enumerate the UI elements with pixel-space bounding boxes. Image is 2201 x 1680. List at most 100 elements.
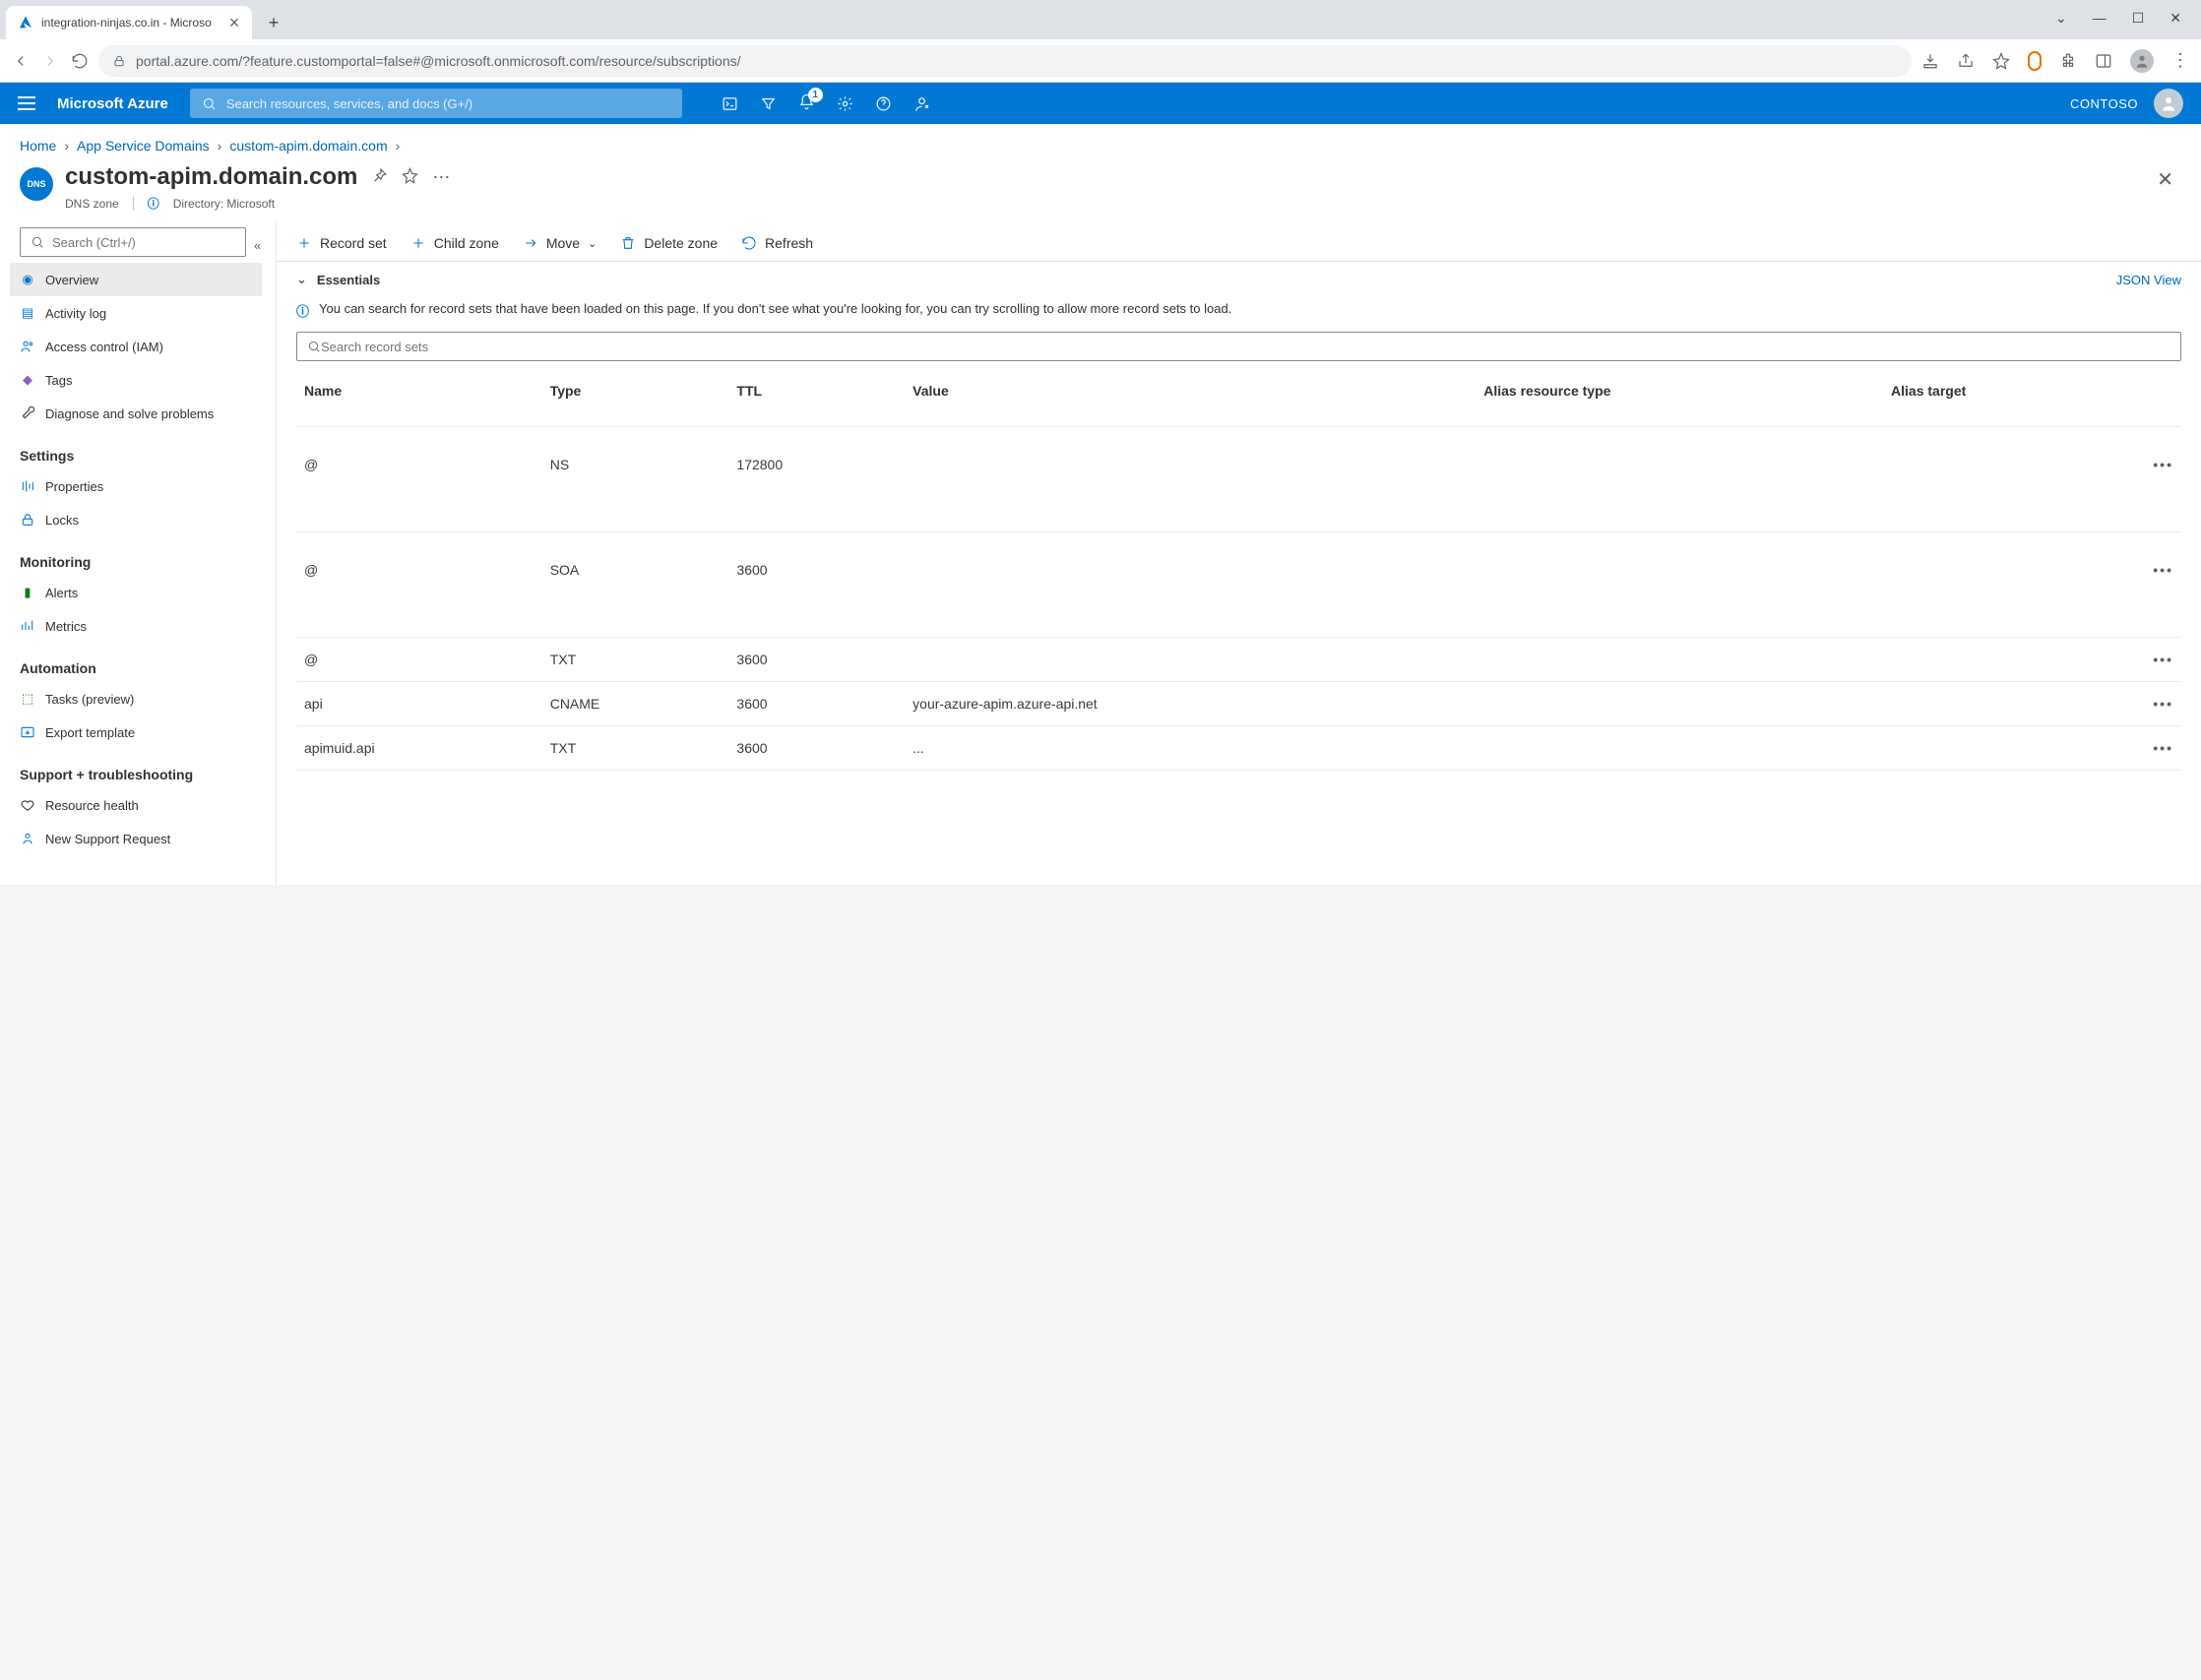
row-actions-icon[interactable]: ••• bbox=[2142, 726, 2181, 771]
reload-icon[interactable] bbox=[71, 52, 89, 70]
url-text: portal.azure.com/?feature.customportal=f… bbox=[136, 53, 741, 69]
row-actions-icon[interactable]: ••• bbox=[2142, 427, 2181, 532]
share-icon[interactable] bbox=[1957, 52, 1975, 70]
sidebar-item-iam[interactable]: Access control (IAM) bbox=[10, 330, 262, 363]
dns-zone-icon: DNS bbox=[20, 167, 53, 201]
favorite-icon[interactable] bbox=[402, 167, 418, 184]
sidebar-item-overview[interactable]: ◉ Overview bbox=[10, 263, 262, 296]
global-search-input[interactable] bbox=[226, 96, 670, 111]
cell-type: TXT bbox=[542, 638, 729, 682]
sidebar-item-tasks[interactable]: ⬚ Tasks (preview) bbox=[10, 682, 262, 716]
forward-icon[interactable] bbox=[41, 52, 59, 70]
directory-label: Directory: Microsoft bbox=[173, 197, 275, 211]
info-icon[interactable]: ⓘ bbox=[148, 195, 159, 212]
sidebar-item-support[interactable]: New Support Request bbox=[10, 822, 262, 855]
address-bar: portal.azure.com/?feature.customportal=f… bbox=[0, 39, 2201, 83]
add-record-button[interactable]: Record set bbox=[296, 235, 387, 251]
profile-capsule-icon[interactable] bbox=[2028, 51, 2042, 71]
chevron-down-icon[interactable]: ⌄ bbox=[2055, 10, 2067, 27]
extensions-icon[interactable] bbox=[2059, 52, 2077, 70]
brand[interactable]: Microsoft Azure bbox=[57, 95, 168, 112]
help-icon[interactable] bbox=[875, 95, 892, 112]
json-view-link[interactable]: JSON View bbox=[2116, 273, 2181, 287]
close-tab-icon[interactable]: × bbox=[226, 14, 242, 31]
close-window-icon[interactable]: ✕ bbox=[2170, 10, 2181, 27]
col-value[interactable]: Value bbox=[905, 375, 1476, 427]
more-icon[interactable]: ⋯ bbox=[432, 167, 450, 188]
global-search[interactable] bbox=[190, 89, 682, 118]
star-icon[interactable] bbox=[1992, 52, 2010, 70]
new-tab-button[interactable]: + bbox=[260, 9, 287, 36]
delete-zone-button[interactable]: Delete zone bbox=[620, 235, 718, 251]
sidebar-search[interactable] bbox=[20, 227, 246, 257]
filter-icon[interactable] bbox=[760, 95, 777, 112]
row-actions-icon[interactable]: ••• bbox=[2142, 532, 2181, 638]
col-alias-type[interactable]: Alias resource type bbox=[1476, 375, 1883, 427]
crumb-home[interactable]: Home bbox=[20, 138, 56, 154]
people-icon bbox=[20, 339, 35, 354]
sidebar-item-label: Diagnose and solve problems bbox=[45, 406, 214, 421]
back-icon[interactable] bbox=[12, 52, 30, 70]
pin-icon[interactable] bbox=[371, 167, 388, 184]
sidebar-item-tags[interactable]: ◆ Tags bbox=[10, 363, 262, 397]
sidebar-item-properties[interactable]: Properties bbox=[10, 469, 262, 503]
tenant-name[interactable]: CONTOSO bbox=[2070, 96, 2138, 111]
close-blade-icon[interactable]: ✕ bbox=[2149, 163, 2181, 196]
table-row[interactable]: apiCNAME3600your-azure-apim.azure-api.ne… bbox=[296, 682, 2181, 726]
browser-avatar[interactable] bbox=[2130, 49, 2154, 73]
essentials-toggle[interactable]: Essentials bbox=[317, 273, 380, 287]
crumb-domains[interactable]: App Service Domains bbox=[77, 138, 210, 154]
browser-tab[interactable]: integration-ninjas.co.in - Microso × bbox=[6, 6, 252, 39]
page-title: custom-apim.domain.com bbox=[65, 163, 357, 191]
chevron-down-icon[interactable]: ⌄ bbox=[296, 272, 307, 287]
info-bar: ⓘ You can search for record sets that ha… bbox=[277, 297, 2201, 332]
table-row[interactable]: @TXT3600••• bbox=[296, 638, 2181, 682]
record-search-input[interactable] bbox=[321, 340, 2170, 354]
col-ttl[interactable]: TTL bbox=[728, 375, 905, 427]
collapse-sidebar-icon[interactable]: « bbox=[254, 238, 261, 253]
row-actions-icon[interactable]: ••• bbox=[2142, 682, 2181, 726]
sidebar-item-alerts[interactable]: ▮ Alerts bbox=[10, 576, 262, 609]
row-actions-icon[interactable]: ••• bbox=[2142, 638, 2181, 682]
sidebar-item-metrics[interactable]: Metrics bbox=[10, 609, 262, 643]
sidebar-item-activity-log[interactable]: ▤ Activity log bbox=[10, 296, 262, 330]
minimize-icon[interactable]: — bbox=[2093, 10, 2107, 27]
col-alias-target[interactable]: Alias target bbox=[1883, 375, 2142, 427]
table-row[interactable]: @NS172800••• bbox=[296, 427, 2181, 532]
records-table: Name Type TTL Value Alias resource type … bbox=[296, 375, 2181, 771]
hamburger-icon[interactable] bbox=[18, 96, 35, 110]
sidebar: « ◉ Overview ▤ Activity log Access contr… bbox=[0, 221, 276, 885]
cloud-shell-icon[interactable] bbox=[722, 95, 738, 112]
address-input[interactable]: portal.azure.com/?feature.customportal=f… bbox=[98, 45, 1912, 77]
crumb-resource[interactable]: custom-apim.domain.com bbox=[229, 138, 387, 154]
kebab-menu-icon[interactable]: ⋮ bbox=[2171, 50, 2189, 71]
section-automation: Automation bbox=[20, 660, 262, 676]
sidebar-search-input[interactable] bbox=[52, 235, 235, 250]
record-search[interactable] bbox=[296, 332, 2181, 361]
add-child-zone-button[interactable]: Child zone bbox=[410, 235, 499, 251]
feedback-icon[interactable] bbox=[913, 95, 930, 112]
sidebar-item-diagnose[interactable]: Diagnose and solve problems bbox=[10, 397, 262, 430]
notifications-button[interactable]: 1 bbox=[798, 93, 815, 113]
sidebar-item-export[interactable]: Export template bbox=[10, 716, 262, 749]
cell-value: your-azure-apim.azure-api.net bbox=[905, 682, 1476, 726]
tasks-icon: ⬚ bbox=[20, 691, 35, 707]
install-icon[interactable] bbox=[1921, 52, 1939, 70]
table-row[interactable]: apimuid.apiTXT3600...••• bbox=[296, 726, 2181, 771]
sidebar-item-label: Activity log bbox=[45, 306, 106, 321]
user-avatar[interactable] bbox=[2154, 89, 2183, 118]
sidebar-item-locks[interactable]: Locks bbox=[10, 503, 262, 536]
section-monitoring: Monitoring bbox=[20, 554, 262, 570]
move-button[interactable]: Move ⌄ bbox=[523, 235, 597, 251]
chevron-right-icon: › bbox=[64, 138, 69, 154]
table-row[interactable]: @SOA3600••• bbox=[296, 532, 2181, 638]
sidebar-item-resource-health[interactable]: Resource health bbox=[10, 788, 262, 822]
refresh-button[interactable]: Refresh bbox=[741, 235, 813, 251]
search-icon bbox=[202, 96, 217, 111]
col-type[interactable]: Type bbox=[542, 375, 729, 427]
col-name[interactable]: Name bbox=[296, 375, 542, 427]
refresh-icon bbox=[741, 235, 757, 251]
sidepanel-icon[interactable] bbox=[2095, 52, 2112, 70]
maximize-icon[interactable]: ☐ bbox=[2132, 10, 2145, 27]
gear-icon[interactable] bbox=[837, 95, 853, 112]
